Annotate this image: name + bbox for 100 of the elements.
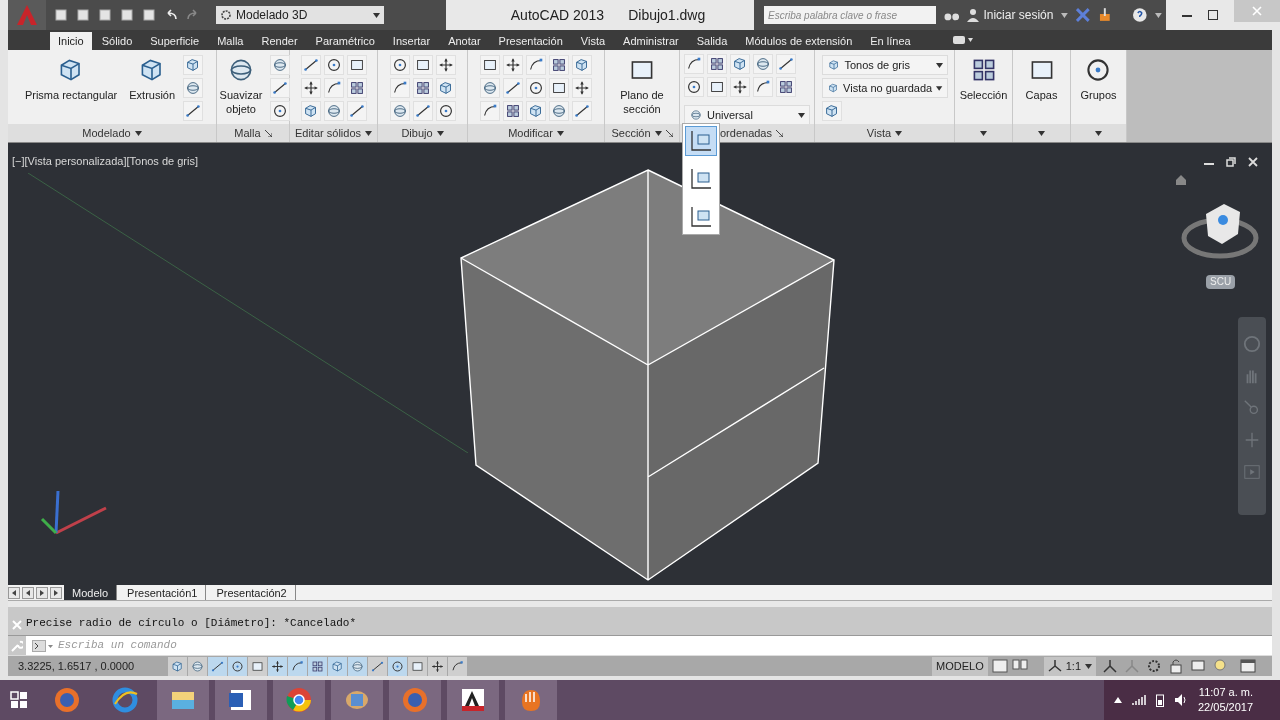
- tool-button[interactable]: [503, 101, 523, 121]
- ribbon-button[interactable]: Suavizar objeto: [215, 54, 267, 116]
- status-toggle[interactable]: [348, 656, 367, 676]
- tool-button[interactable]: [412, 78, 433, 98]
- status-toggle[interactable]: [248, 656, 267, 676]
- clock-time[interactable]: 11:07 a. m.: [1198, 685, 1254, 700]
- tool-button[interactable]: [270, 101, 291, 121]
- tool-button[interactable]: [572, 101, 592, 121]
- ribbon-tab[interactable]: Salida: [688, 32, 736, 50]
- tool-button[interactable]: [707, 54, 727, 74]
- lock-icon[interactable]: [1168, 658, 1184, 674]
- ribbon-button[interactable]: Plano de sección: [609, 54, 675, 116]
- tool-button[interactable]: [435, 55, 456, 75]
- tool-button[interactable]: [323, 55, 344, 75]
- ribbon-tab[interactable]: Presentación: [490, 32, 571, 50]
- speaker-icon[interactable]: [1174, 693, 1188, 707]
- home-icon[interactable]: [1176, 175, 1186, 185]
- ribbon-button[interactable]: Selección: [955, 54, 1012, 102]
- chevron-up-icon[interactable]: [1114, 697, 1122, 703]
- command-field[interactable]: Escriba un comando: [26, 635, 1272, 656]
- ribbon-tab[interactable]: Vista: [572, 32, 614, 50]
- tool-button[interactable]: [346, 101, 367, 121]
- signal-icon[interactable]: [1132, 694, 1146, 706]
- search-field[interactable]: Escriba palabra clave o frase: [764, 6, 936, 24]
- tool-button[interactable]: [412, 55, 433, 75]
- tool-button[interactable]: [684, 54, 704, 74]
- tool-button[interactable]: [480, 55, 500, 75]
- tool-button[interactable]: [300, 55, 321, 75]
- tool-button[interactable]: [435, 101, 456, 121]
- ribbon-tab[interactable]: Paramétrico: [307, 32, 383, 50]
- ribbon-button[interactable]: Grupos: [1076, 54, 1121, 102]
- ribbon-tab[interactable]: Insertar: [384, 32, 439, 50]
- tool-button[interactable]: [753, 77, 773, 97]
- tool-button[interactable]: [183, 101, 204, 121]
- tool-button[interactable]: [549, 55, 569, 75]
- layout-icon[interactable]: [991, 659, 1008, 673]
- start-icon[interactable]: [10, 691, 28, 709]
- close-icon[interactable]: [1248, 157, 1258, 167]
- tool-button[interactable]: [821, 101, 842, 121]
- tool-button[interactable]: [323, 78, 344, 98]
- tool-button[interactable]: [183, 55, 204, 75]
- menu-item[interactable]: [685, 126, 717, 156]
- tool-button[interactable]: [270, 78, 291, 98]
- tool-button[interactable]: [503, 78, 523, 98]
- tool-button[interactable]: [776, 77, 796, 97]
- dropdown[interactable]: Universal: [684, 105, 810, 125]
- status-toggle[interactable]: [288, 656, 307, 676]
- tool-button[interactable]: [389, 78, 410, 98]
- ribbon-tab[interactable]: Sólido: [93, 32, 141, 50]
- status-toggle[interactable]: [268, 656, 287, 676]
- tool-button[interactable]: [526, 78, 546, 98]
- ribbon-button[interactable]: Extrusión: [125, 54, 180, 102]
- annotation-icon[interactable]: [1102, 658, 1118, 674]
- ribbon-tab[interactable]: Módulos de extensión: [737, 32, 861, 50]
- tool-button[interactable]: [684, 77, 704, 97]
- tool-button[interactable]: [776, 54, 796, 74]
- status-toggle[interactable]: [428, 656, 447, 676]
- dropdown[interactable]: Tonos de gris: [821, 55, 948, 75]
- maximize-icon[interactable]: [1208, 10, 1218, 20]
- tool-button[interactable]: [412, 101, 433, 121]
- ribbon-button[interactable]: Prisma rectangular: [20, 54, 122, 102]
- ribbon-tab[interactable]: Render: [253, 32, 306, 50]
- toggle-icon[interactable]: [952, 35, 973, 45]
- battery-icon[interactable]: [1156, 693, 1164, 707]
- tool-button[interactable]: [549, 78, 569, 98]
- prompt-icon[interactable]: [32, 639, 54, 652]
- tool-button[interactable]: [389, 55, 410, 75]
- status-toggle[interactable]: [188, 656, 207, 676]
- tool-button[interactable]: [503, 55, 523, 75]
- undo-icon[interactable]: [164, 8, 178, 22]
- tool-button[interactable]: [572, 78, 592, 98]
- ribbon-tab[interactable]: Anotar: [440, 32, 489, 50]
- status-toggle[interactable]: [308, 656, 327, 676]
- taskbar-app[interactable]: [447, 680, 499, 720]
- viewports-icon[interactable]: [1011, 659, 1028, 673]
- status-toggle[interactable]: [388, 656, 407, 676]
- status-toggle[interactable]: [448, 656, 467, 676]
- ribbon-tab[interactable]: Administrar: [615, 32, 687, 50]
- clock-date[interactable]: 22/05/2017: [1198, 700, 1254, 715]
- tool-button[interactable]: [730, 54, 750, 74]
- bulb-icon[interactable]: [1212, 658, 1228, 674]
- tool-button[interactable]: [346, 78, 367, 98]
- scale-button[interactable]: 1:1: [1043, 656, 1096, 676]
- restore-icon[interactable]: [1226, 157, 1236, 167]
- ribbon-tab[interactable]: Superficie: [142, 32, 208, 50]
- status-toggle[interactable]: [168, 656, 187, 676]
- sign-in-button[interactable]: Iniciar sesión: [967, 6, 1054, 24]
- status-toggle[interactable]: [368, 656, 387, 676]
- tool-button[interactable]: [730, 77, 750, 97]
- monitor-icon[interactable]: [1190, 658, 1206, 674]
- tool-button[interactable]: [526, 55, 546, 75]
- tool-button[interactable]: [572, 55, 592, 75]
- status-toggle[interactable]: [328, 656, 347, 676]
- ribbon-button[interactable]: Capas: [1021, 54, 1062, 102]
- tool-button[interactable]: [346, 55, 367, 75]
- window-icon[interactable]: [1240, 659, 1256, 673]
- tool-button[interactable]: [526, 101, 546, 121]
- tool-button[interactable]: [300, 101, 321, 121]
- ribbon-tab[interactable]: Inicio: [50, 32, 92, 50]
- help-icon[interactable]: [1131, 7, 1148, 23]
